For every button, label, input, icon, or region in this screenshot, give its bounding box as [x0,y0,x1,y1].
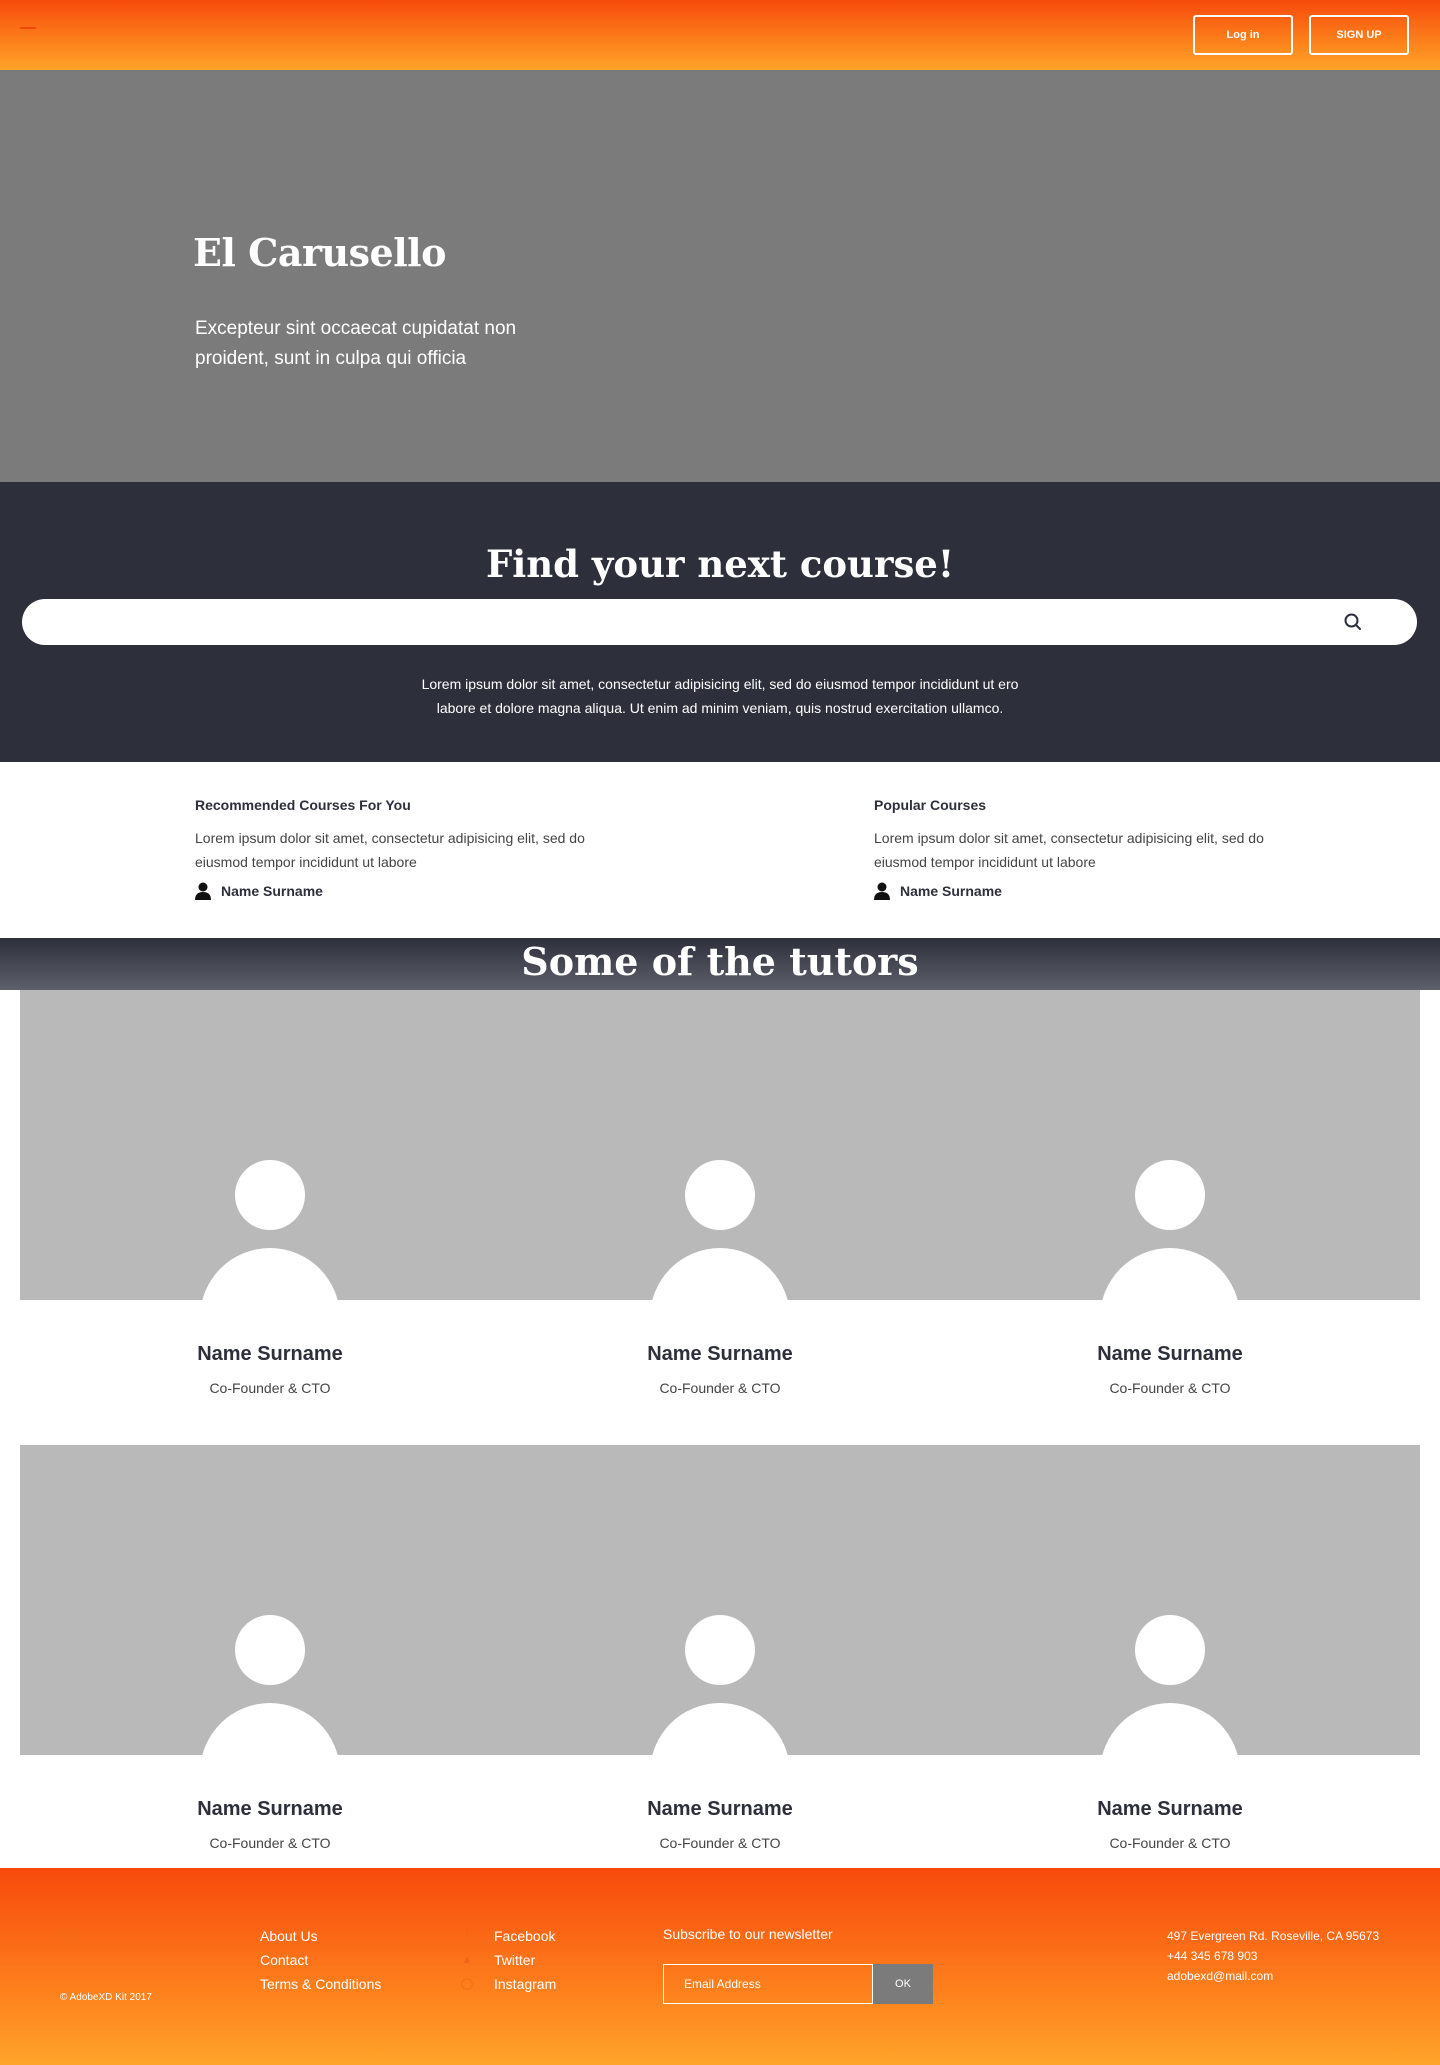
tutor-card-info: Name Surname Co-Founder & CTO [570,1343,870,1396]
search-description: Lorem ipsum dolor sit amet, consectetur … [421,676,1019,716]
course-search-section: Find your next course! Lorem ipsum dolor… [0,482,1440,762]
tutors-title: Some of the tutors [521,939,919,984]
hero-subtitle: Excepteur sint occaecat cupidatat non pr… [195,318,517,369]
recommended-courses: Recommended Courses For You Lorem ipsum … [195,797,595,900]
tutor-card-info: Name Surname Co-Founder & CTO [120,1798,420,1851]
course-heading[interactable]: Recommended Courses For You [195,797,595,813]
popular-courses: Popular Courses Lorem ipsum dolor sit am… [874,797,1274,900]
search-bar[interactable] [22,599,1417,645]
courses-section: Recommended Courses For You Lorem ipsum … [0,762,1440,938]
footer-logo[interactable]: XD [60,1928,77,1942]
hero-title: El Carusello [193,230,446,275]
person-icon [874,882,890,900]
tutor-role: Co-Founder & CTO [1109,1835,1231,1851]
course-heading[interactable]: Popular Courses [874,797,1274,813]
course-author[interactable]: Name Surname [195,882,595,900]
hero-carousel: El Carusello Excepteur sint occaecat cup… [0,70,1440,482]
hamburger-logo-icon[interactable] [20,27,36,41]
search-input[interactable] [46,599,1326,645]
terms-link[interactable]: Terms & Conditions [260,1972,381,1996]
facebook-link[interactable]: f Facebook [460,1924,556,1948]
tutor-image-row [20,990,1420,1300]
search-icon[interactable] [1342,611,1364,633]
avatar-placeholder-icon[interactable] [200,1615,340,1755]
footer: XD © AdobeXD Kit 2017 About Us Contact T… [0,1868,1440,2065]
tutor-name[interactable]: Name Surname [570,1798,870,1821]
social-label: Instagram [494,1976,557,1992]
author-name: Name Surname [221,883,323,899]
tutor-name[interactable]: Name Surname [120,1798,420,1821]
avatar-placeholder-icon[interactable] [200,1160,340,1300]
tutor-card-info: Name Surname Co-Founder & CTO [1020,1798,1320,1851]
tutor-card-info: Name Surname Co-Founder & CTO [570,1798,870,1851]
tutor-role: Co-Founder & CTO [209,1380,331,1396]
tutor-name[interactable]: Name Surname [1020,1798,1320,1821]
person-icon [195,882,211,900]
tutor-card-info: Name Surname Co-Founder & CTO [120,1343,420,1396]
email-field[interactable] [663,1964,873,2004]
tutor-name[interactable]: Name Surname [1020,1343,1320,1366]
facebook-icon: f [465,1930,469,1942]
tutor-image-row [20,1445,1420,1755]
phone-number[interactable]: +44 345 678 903 [1167,1946,1379,1966]
signup-button[interactable]: SIGN UP [1309,15,1409,55]
avatar-placeholder-icon[interactable] [650,1615,790,1755]
top-nav-bar: Log in SIGN UP [0,0,1440,70]
instagram-icon: ◯ [460,1978,474,1990]
author-name: Name Surname [900,883,1002,899]
copyright-text: © AdobeXD Kit 2017 [60,1992,152,2003]
twitter-link[interactable]: ▲ Twitter [460,1948,556,1972]
avatar-placeholder-icon[interactable] [1100,1615,1240,1755]
tutor-role: Co-Founder & CTO [1109,1380,1231,1396]
about-us-link[interactable]: About Us [260,1924,381,1948]
social-links: f Facebook ▲ Twitter ◯ Instagram [460,1924,556,1996]
contact-link[interactable]: Contact [260,1948,381,1972]
course-description: Lorem ipsum dolor sit amet, consectetur … [874,830,1264,870]
subscribe-ok-button[interactable]: OK [873,1964,933,2004]
newsletter-label: Subscribe to our newsletter [663,1926,833,1942]
social-label: Facebook [494,1928,556,1944]
avatar-placeholder-icon[interactable] [1100,1160,1240,1300]
tutor-name[interactable]: Name Surname [120,1343,420,1366]
twitter-icon: ▲ [461,1954,473,1966]
tutor-card-info: Name Surname Co-Founder & CTO [1020,1343,1320,1396]
tutor-name[interactable]: Name Surname [570,1343,870,1366]
login-button[interactable]: Log in [1193,15,1293,55]
contact-address: 497 Evergreen Rd. Roseville, CA 95673 +4… [1167,1926,1379,1986]
footer-links: About Us Contact Terms & Conditions [260,1924,381,1996]
search-title: Find your next course! [485,542,955,586]
tutor-role: Co-Founder & CTO [659,1380,781,1396]
street-address: 497 Evergreen Rd. Roseville, CA 95673 [1167,1929,1380,1943]
email-address[interactable]: adobexd@mail.com [1167,1966,1379,1986]
tutors-heading-band: Some of the tutors [0,938,1440,990]
tutor-role: Co-Founder & CTO [659,1835,781,1851]
social-label: Twitter [494,1952,536,1968]
course-author[interactable]: Name Surname [874,882,1274,900]
avatar-placeholder-icon[interactable] [650,1160,790,1300]
course-description: Lorem ipsum dolor sit amet, consectetur … [195,830,585,870]
instagram-link[interactable]: ◯ Instagram [460,1972,556,1996]
tutor-role: Co-Founder & CTO [209,1835,331,1851]
